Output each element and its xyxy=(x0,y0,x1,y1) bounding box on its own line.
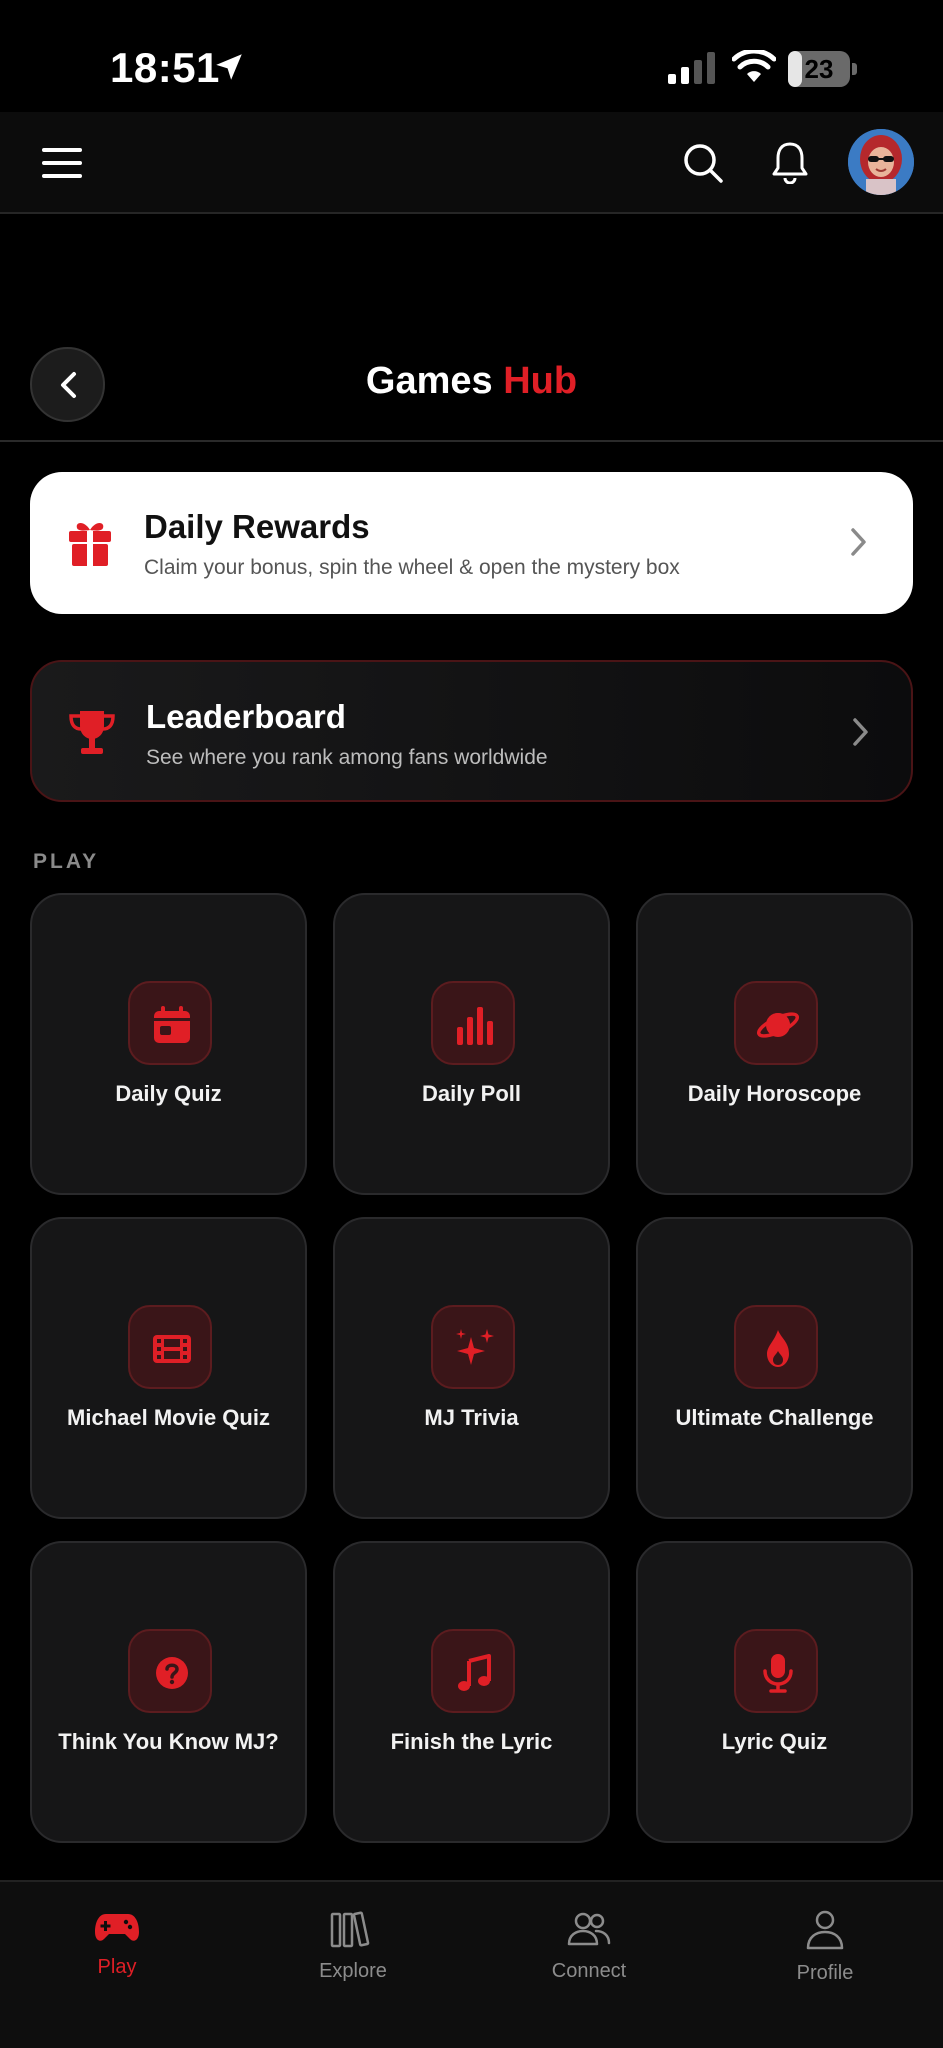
film-icon xyxy=(128,1305,212,1389)
daily-rewards-subtitle: Claim your bonus, spin the wheel & open … xyxy=(144,556,680,579)
hamburger-menu-icon[interactable] xyxy=(42,148,82,178)
page-title-accent: Hub xyxy=(503,360,578,402)
game-tile-daily-horoscope[interactable]: Daily Horoscope xyxy=(636,893,913,1195)
battery-indicator: 23 xyxy=(788,51,858,87)
daily-rewards-title: Daily Rewards xyxy=(144,508,370,545)
planet-icon xyxy=(734,981,818,1065)
sparkles-icon xyxy=(431,1305,515,1389)
nav-explore[interactable]: Explore xyxy=(273,1910,433,2000)
game-tile-label: MJ Trivia xyxy=(424,1405,519,1430)
nav-connect[interactable]: Connect xyxy=(509,1910,669,2000)
battery-percent: 23 xyxy=(804,54,834,84)
nav-label: Play xyxy=(97,1956,137,1978)
game-tile-mj-trivia[interactable]: MJ Trivia xyxy=(333,1217,610,1519)
game-tile-michael-movie-quiz[interactable]: Michael Movie Quiz xyxy=(30,1217,307,1519)
game-tile-daily-quiz[interactable]: Daily Quiz xyxy=(30,893,307,1195)
game-tile-label: Lyric Quiz xyxy=(721,1729,828,1754)
page-title: Games Hub xyxy=(0,360,943,403)
chevron-right-icon xyxy=(853,718,868,746)
page-title-main: Games xyxy=(365,360,504,402)
person-icon xyxy=(806,1910,844,1950)
game-tile-label: Finish the Lyric xyxy=(390,1729,553,1754)
library-icon xyxy=(330,1911,370,1948)
game-tile-label: Daily Horoscope xyxy=(687,1081,862,1106)
nav-profile[interactable]: Profile xyxy=(745,1910,905,2000)
game-tile-label: Ultimate Challenge xyxy=(675,1405,874,1430)
game-tile-lyric-quiz[interactable]: Lyric Quiz xyxy=(636,1541,913,1843)
app-header xyxy=(0,112,943,214)
wifi-icon xyxy=(732,50,776,82)
game-tile-finish-the-lyric[interactable]: Finish the Lyric xyxy=(333,1541,610,1843)
title-divider xyxy=(0,440,943,442)
nav-label: Explore xyxy=(319,1960,387,1982)
nav-play[interactable]: Play xyxy=(37,1910,197,2000)
gift-icon xyxy=(69,523,111,566)
chevron-right-icon xyxy=(851,528,866,556)
leaderboard-card[interactable]: Leaderboard See where you rank among fan… xyxy=(30,660,913,802)
game-tile-label: Michael Movie Quiz xyxy=(67,1405,270,1430)
nav-label: Profile xyxy=(796,1962,854,1984)
microphone-icon xyxy=(734,1629,818,1713)
nav-label: Connect xyxy=(551,1960,627,1982)
leaderboard-title: Leaderboard xyxy=(146,698,346,735)
leaderboard-subtitle: See where you rank among fans worldwide xyxy=(146,746,548,769)
avatar[interactable] xyxy=(848,129,914,195)
game-tile-label: Daily Poll xyxy=(421,1081,522,1106)
game-tile-label: Daily Quiz xyxy=(115,1081,222,1106)
flame-icon xyxy=(734,1305,818,1389)
search-icon[interactable] xyxy=(682,142,724,184)
question-icon xyxy=(128,1629,212,1713)
game-tile-ultimate-challenge[interactable]: Ultimate Challenge xyxy=(636,1217,913,1519)
status-time: 18:51 xyxy=(110,44,220,91)
calendar-icon xyxy=(128,981,212,1065)
game-tile-label: Think You Know MJ? xyxy=(58,1729,279,1754)
gamepad-icon xyxy=(95,1914,139,1941)
bottom-nav: Play Explore Connect Profile xyxy=(0,1880,943,2048)
music-note-icon xyxy=(431,1629,515,1713)
bell-icon[interactable] xyxy=(770,140,810,184)
play-section-label: PLAY xyxy=(33,850,100,873)
cellular-signal-icon xyxy=(668,52,715,84)
users-icon xyxy=(567,1912,611,1946)
game-tile-think-you-know-mj[interactable]: Think You Know MJ? xyxy=(30,1541,307,1843)
daily-rewards-card[interactable]: Daily Rewards Claim your bonus, spin the… xyxy=(30,472,913,614)
game-tile-daily-poll[interactable]: Daily Poll xyxy=(333,893,610,1195)
location-arrow-icon xyxy=(216,54,242,80)
bar-chart-icon xyxy=(431,981,515,1065)
trophy-icon xyxy=(69,711,115,754)
status-bar: 18:51 23 xyxy=(0,0,943,112)
